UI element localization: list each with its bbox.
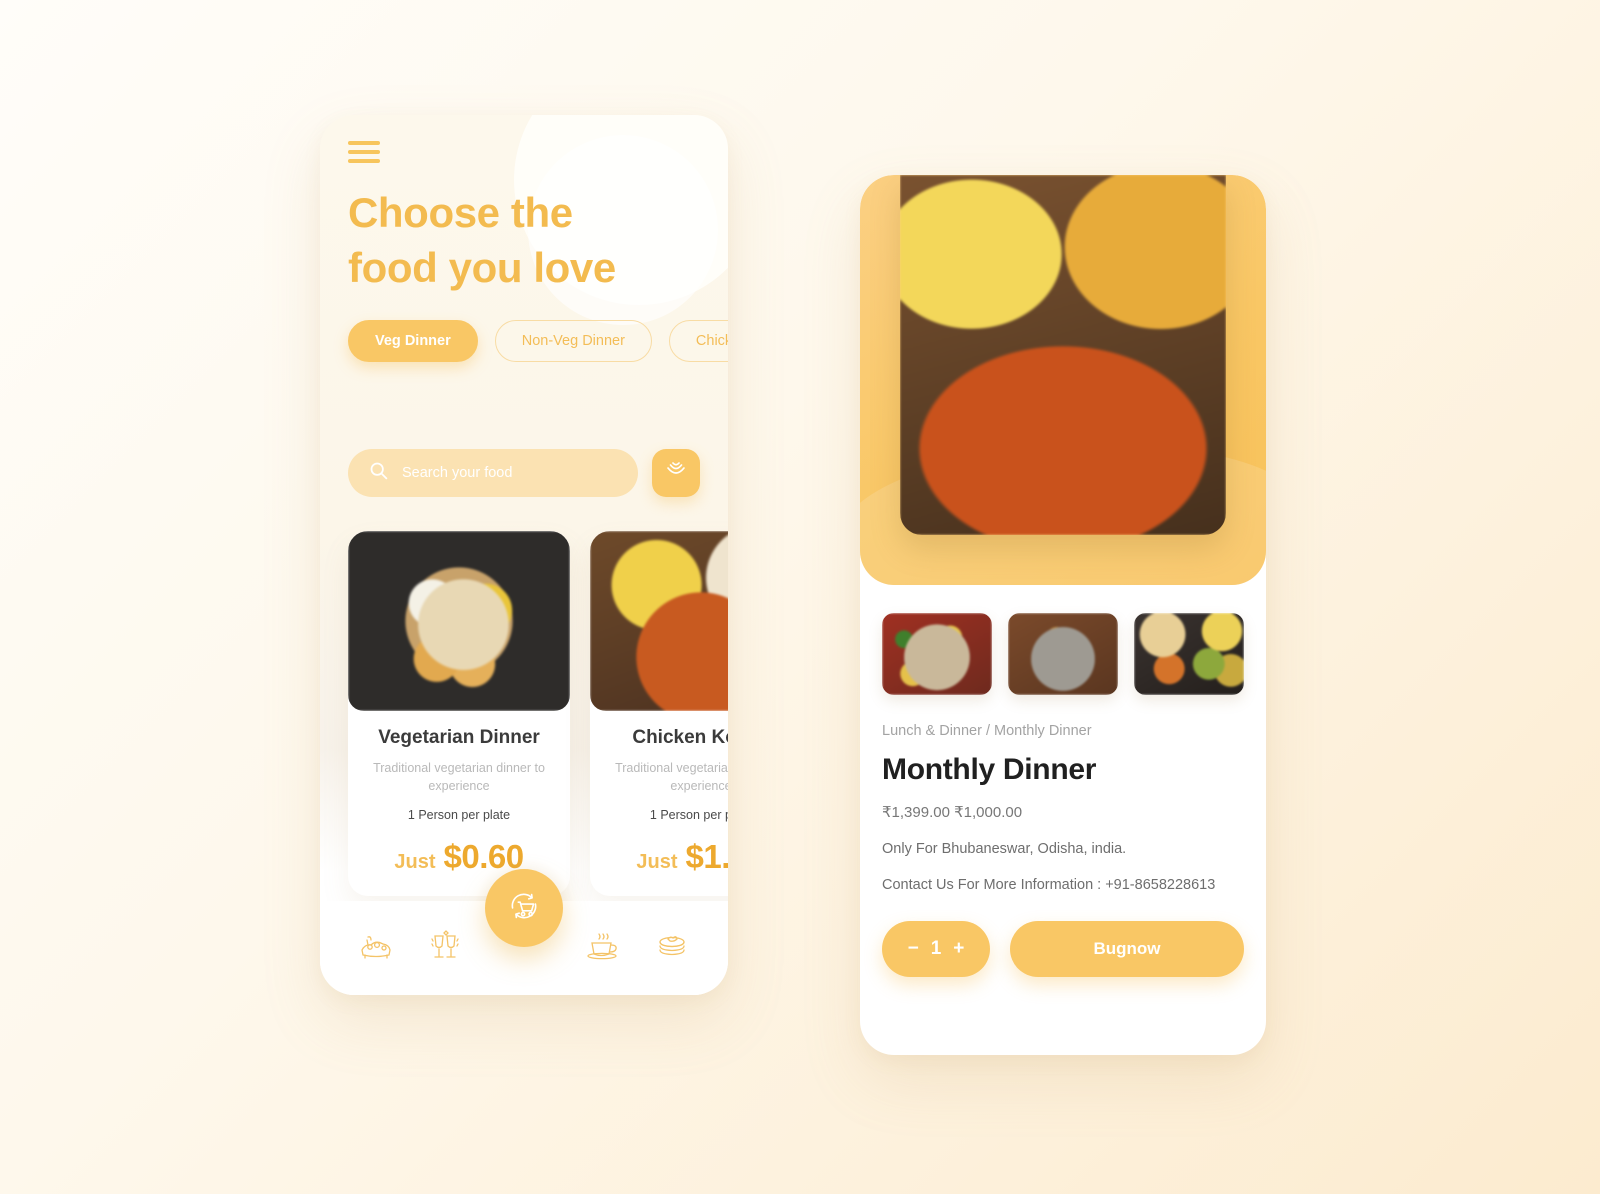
filter-waves-icon[interactable] — [652, 449, 700, 497]
food-card-description: Traditional vegetarian dinner to experie… — [373, 761, 545, 794]
food-card-body: Vegetarian Dinner Traditional vegetarian… — [348, 711, 570, 876]
cart-refresh-icon — [503, 885, 545, 932]
thumbnail-2[interactable] — [1008, 613, 1118, 695]
search-input[interactable]: Search your food — [348, 449, 638, 497]
thali-platter-one-image — [882, 613, 992, 695]
coffee-cup-icon — [585, 931, 621, 966]
left-phone-screen: Choose the food you love Veg Dinner Non-… — [320, 115, 728, 995]
price-prefix: Just — [636, 851, 678, 874]
chip-chicken-dinner[interactable]: Chicken Dinner — [668, 319, 728, 362]
food-card-list: Vegetarian Dinner Traditional vegetarian… — [320, 531, 728, 897]
availability-text: Only For Bhubaneswar, Odisha, india. — [882, 841, 1127, 857]
thumbnail-1[interactable] — [882, 613, 992, 695]
page-title-line2: food you love — [348, 244, 616, 292]
food-card-serving: 1 Person per plate — [649, 808, 728, 823]
food-card-description: Traditional vegetarian dinner to experie… — [615, 761, 728, 794]
category-chip-row: Veg Dinner Non-Veg Dinner Chicken Dinner — [348, 319, 728, 362]
food-card-image — [348, 531, 570, 711]
thumbnail-row — [860, 585, 1266, 695]
left-header: Choose the food you love Veg Dinner Non-… — [320, 115, 728, 415]
breadcrumb[interactable]: Lunch & Dinner / Monthly Dinner — [882, 723, 1244, 739]
decrement-button[interactable]: − — [908, 938, 919, 960]
shrimp-curry-bowls-image — [900, 175, 1226, 535]
food-card-title: Chicken Kosha — [632, 727, 728, 748]
nav-item-pancakes[interactable] — [637, 931, 706, 966]
quantity-value: 1 — [930, 938, 942, 959]
food-card-title: Vegetarian Dinner — [378, 727, 540, 748]
food-card-price: Just $1.20 — [604, 838, 728, 876]
buy-now-button[interactable]: Bugnow — [1010, 921, 1244, 977]
right-phone-screen: Lunch & Dinner / Monthly Dinner Monthly … — [860, 175, 1266, 1055]
nav-item-cheers-glasses[interactable] — [411, 929, 480, 967]
nav-item-coffee-cup[interactable] — [569, 931, 638, 966]
price-original: ₹1,399.00 — [882, 804, 950, 821]
search-row: Search your food — [320, 449, 728, 497]
food-card-body: Chicken Kosha Traditional vegetarian din… — [590, 711, 728, 876]
price-value: $1.20 — [685, 838, 728, 876]
chicken-curry-bowls-image — [590, 531, 728, 711]
action-row: − 1 + Bugnow — [860, 893, 1266, 977]
search-placeholder: Search your food — [402, 465, 513, 481]
quantity-stepper[interactable]: − 1 + — [882, 921, 990, 977]
food-basket-icon — [359, 931, 393, 966]
food-card-image — [590, 531, 728, 711]
contact-text: Contact Us For More Information : +91-86… — [882, 877, 1216, 893]
page-title-line1: Choose the — [348, 189, 573, 236]
chip-veg-dinner[interactable]: Veg Dinner — [348, 319, 478, 362]
search-icon — [368, 460, 389, 486]
price-prefix: Just — [394, 851, 436, 874]
cheers-glasses-icon — [429, 929, 461, 967]
page-title: Choose the food you love — [348, 185, 700, 296]
pancakes-icon — [655, 931, 689, 966]
food-card-chicken-kosha[interactable]: Chicken Kosha Traditional vegetarian din… — [590, 531, 728, 897]
thali-platter-two-image — [1008, 613, 1118, 695]
food-card-serving: 1 Person per plate — [407, 808, 511, 823]
chip-non-veg-dinner[interactable]: Non-Veg Dinner — [494, 319, 652, 362]
food-card-vegetarian-dinner[interactable]: Vegetarian Dinner Traditional vegetarian… — [348, 531, 570, 897]
thumbnail-3[interactable] — [1134, 613, 1244, 695]
price-current: ₹1,000.00 — [954, 804, 1023, 821]
hero-panel — [860, 175, 1266, 585]
product-title: Monthly Dinner — [882, 753, 1097, 786]
cart-refresh-fab[interactable] — [485, 869, 563, 947]
product-info: Lunch & Dinner / Monthly Dinner Monthly … — [860, 695, 1266, 893]
naan-curry-platter-image — [1134, 613, 1244, 695]
hero-image — [900, 175, 1226, 535]
nav-item-food-basket[interactable] — [342, 931, 411, 966]
vegetarian-thali-bowl-image — [348, 531, 570, 711]
product-price: ₹1,399.00 ₹1,000.00 — [882, 803, 1244, 821]
increment-button[interactable]: + — [953, 938, 964, 960]
hamburger-menu-icon[interactable] — [348, 141, 380, 163]
